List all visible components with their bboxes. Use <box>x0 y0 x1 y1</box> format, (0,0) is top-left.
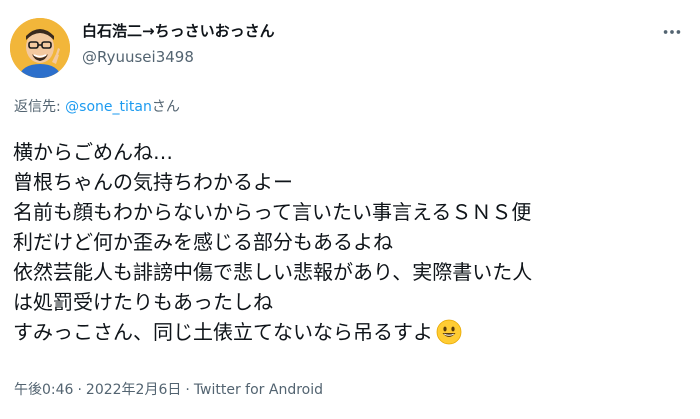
reply-context: 返信先: @sone_titanさん <box>14 97 180 117</box>
tweet-date[interactable]: 2022年2月6日 <box>86 382 181 398</box>
reply-suffix: さん <box>151 99 180 115</box>
tweet-text-line: 曾根ちゃんの気持ちわかるよー <box>13 170 293 194</box>
tweet-text-line: 横からごめんね… <box>13 140 173 164</box>
tweet-card: 白石浩二→ちっさいおっさん @Ryuusei3498 返信先: @sone_ti… <box>0 0 700 419</box>
tweet-text-line-last: すみっこさん、同じ土俵立てないなら吊るすよ <box>13 317 532 347</box>
tweet-text: 横からごめんね… 曾根ちゃんの気持ちわかるよー 名前も顔もわからないからって言い… <box>13 137 532 347</box>
tweet-text-line: 名前も顔もわからないからって言いたい事言えるＳＮＳ便 <box>13 200 532 224</box>
tweet-text-line: 利だけど何か歪みを感じる部分もあるよね <box>13 230 393 254</box>
user-info: 白石浩二→ちっさいおっさん @Ryuusei3498 <box>82 20 275 68</box>
grinning-face-emoji-icon <box>436 319 462 345</box>
reply-mention-link[interactable]: @sone_titan <box>65 99 152 115</box>
meta-separator: · <box>185 382 190 398</box>
user-handle[interactable]: @Ryuusei3498 <box>82 46 275 68</box>
avatar[interactable] <box>10 18 70 78</box>
tweet-text-line: 依然芸能人も誹謗中傷で悲しい悲報があり、実際書いた人 <box>13 260 533 284</box>
more-icon <box>663 30 681 34</box>
tweet-time[interactable]: 午後0:46 <box>14 382 73 398</box>
display-name[interactable]: 白石浩二→ちっさいおっさん <box>82 20 275 42</box>
reply-prefix: 返信先: <box>14 99 66 115</box>
tweet-source: Twitter for Android <box>193 382 324 398</box>
tweet-text-line: すみっこさん、同じ土俵立てないなら吊るすよ <box>13 320 433 344</box>
tweet-metadata: 午後0:46 · 2022年2月6日 · Twitter for Android <box>14 380 323 400</box>
tweet-text-line: は処罰受けたりもあったしね <box>13 290 273 314</box>
more-button[interactable] <box>658 18 686 46</box>
cartoon-avatar-icon <box>10 18 70 78</box>
meta-separator: · <box>77 382 82 398</box>
